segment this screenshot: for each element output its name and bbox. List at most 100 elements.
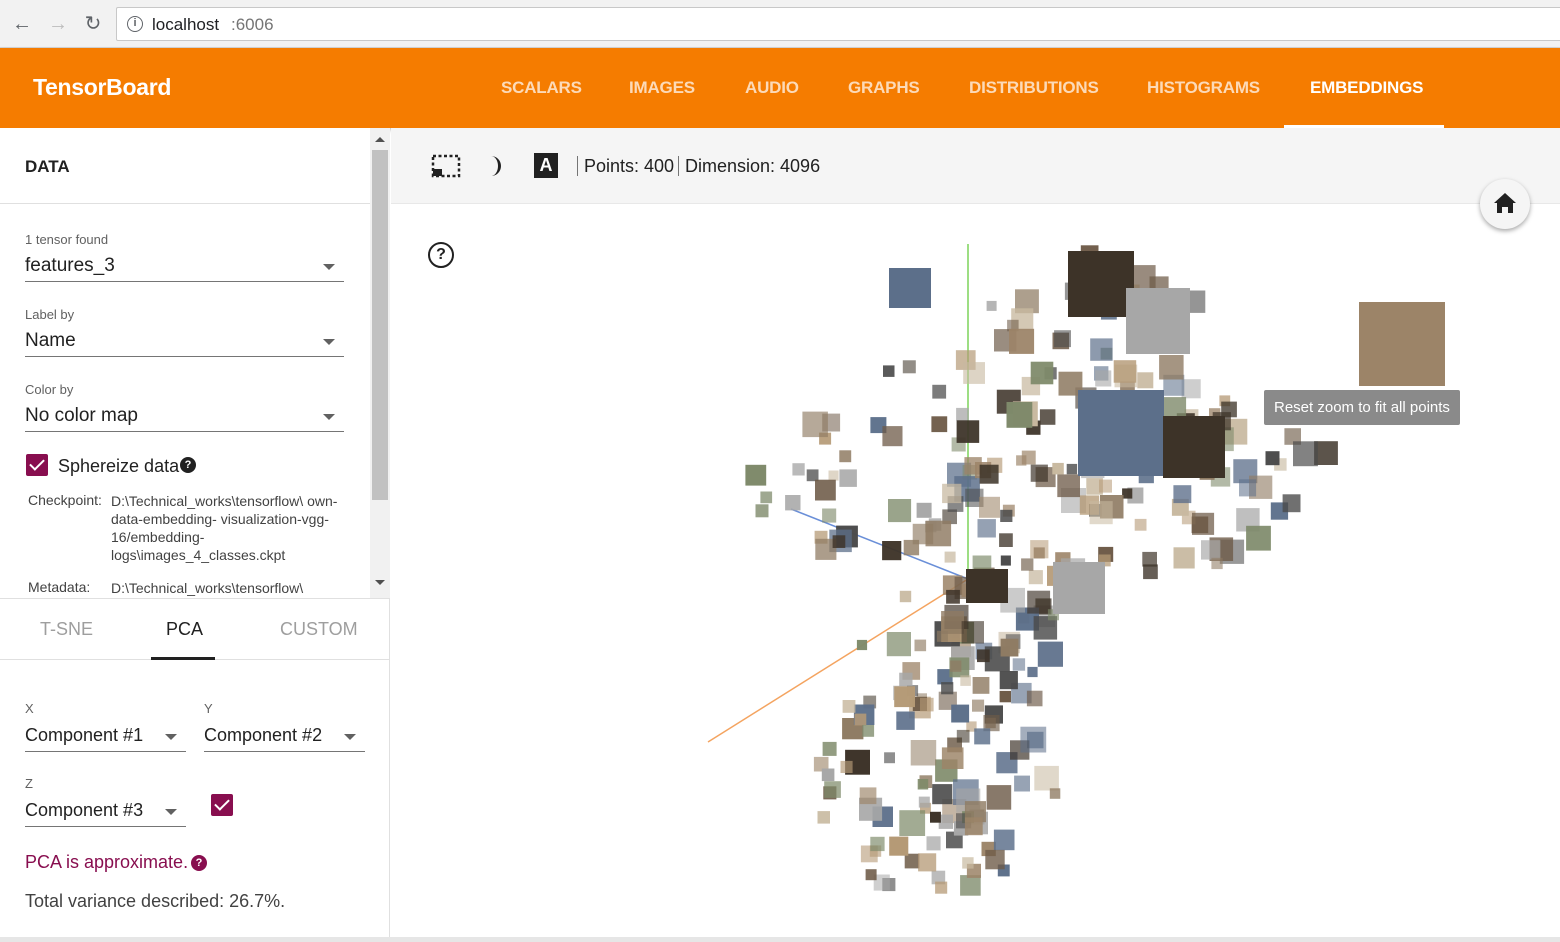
embedding-point-thumbnail[interactable]	[935, 881, 948, 894]
embedding-point-thumbnail[interactable]	[993, 829, 1015, 851]
embedding-point-thumbnail[interactable]	[1126, 288, 1190, 354]
embedding-point-thumbnail[interactable]	[918, 853, 937, 872]
embedding-point-thumbnail[interactable]	[882, 541, 902, 561]
embedding-point-thumbnail[interactable]	[961, 621, 984, 644]
embedding-point-thumbnail[interactable]	[986, 300, 997, 311]
embedding-point-thumbnail[interactable]	[916, 502, 932, 518]
embedding-point-thumbnail[interactable]	[917, 779, 929, 790]
embedding-point-thumbnail[interactable]	[1027, 666, 1038, 678]
embedding-point-thumbnail[interactable]	[899, 672, 913, 686]
embedding-point-thumbnail[interactable]	[1137, 372, 1154, 389]
tab-distributions[interactable]: DISTRIBUTIONS	[969, 78, 1099, 98]
scroll-up-icon[interactable]	[375, 137, 385, 142]
embedding-point-thumbnail[interactable]	[1142, 551, 1157, 567]
embedding-point-thumbnail[interactable]	[745, 464, 767, 486]
embedding-point-thumbnail[interactable]	[1099, 479, 1112, 493]
embedding-point-thumbnail[interactable]	[1039, 409, 1056, 425]
embedding-point-thumbnail[interactable]	[944, 551, 956, 563]
embedding-point-thumbnail[interactable]	[822, 508, 837, 523]
embedding-point-thumbnail[interactable]	[1020, 726, 1047, 753]
embedding-point-thumbnail[interactable]	[899, 590, 912, 603]
embedding-point-thumbnail[interactable]	[941, 747, 964, 769]
embedding-point-thumbnail[interactable]	[859, 787, 877, 805]
embedding-point-thumbnail[interactable]	[1173, 485, 1192, 504]
embedding-point-thumbnail[interactable]	[1054, 330, 1071, 348]
embedding-point-thumbnail[interactable]	[941, 682, 954, 695]
embedding-point-thumbnail[interactable]	[822, 741, 837, 756]
tab-embeddings[interactable]: EMBEDDINGS	[1310, 78, 1423, 98]
embedding-point-thumbnail[interactable]	[1246, 525, 1271, 551]
embedding-point-thumbnail[interactable]	[894, 686, 915, 708]
embedding-point-thumbnail[interactable]	[946, 589, 960, 604]
embedding-point-thumbnail[interactable]	[1163, 416, 1225, 478]
embedding-point-thumbnail[interactable]	[832, 535, 846, 548]
embedding-point-thumbnail[interactable]	[1000, 509, 1013, 522]
embedding-point-thumbnail[interactable]	[815, 479, 836, 501]
embedding-point-thumbnail[interactable]	[1000, 555, 1011, 566]
embedding-point-thumbnail[interactable]	[1134, 518, 1147, 531]
tab-tsne[interactable]: T-SNE	[40, 619, 93, 640]
embedding-point-thumbnail[interactable]	[1078, 390, 1164, 476]
embedding-point-thumbnail[interactable]	[828, 470, 839, 481]
embedding-point-thumbnail[interactable]	[1021, 558, 1034, 571]
embedding-point-thumbnail[interactable]	[962, 857, 974, 869]
embedding-point-thumbnail[interactable]	[972, 677, 990, 694]
embedding-point-thumbnail[interactable]	[839, 450, 852, 463]
embedding-point-thumbnail[interactable]	[974, 728, 991, 745]
tab-images[interactable]: IMAGES	[629, 78, 695, 98]
embedding-point-thumbnail[interactable]	[1052, 462, 1064, 475]
embedding-point-thumbnail[interactable]	[951, 704, 970, 723]
embedding-point-thumbnail[interactable]	[920, 697, 934, 712]
embedding-point-thumbnail[interactable]	[956, 729, 970, 743]
scroll-down-icon[interactable]	[375, 580, 385, 585]
embedding-point-thumbnail[interactable]	[979, 496, 1000, 518]
address-bar[interactable]: i localhost :6006	[116, 7, 1560, 41]
tab-pca[interactable]: PCA	[166, 619, 203, 640]
help-icon[interactable]: ?	[180, 457, 196, 473]
help-icon[interactable]: ?	[191, 855, 207, 871]
embedding-point-thumbnail[interactable]	[1173, 547, 1195, 569]
embedding-point-thumbnail[interactable]	[1027, 590, 1051, 614]
embedding-point-thumbnail[interactable]	[1028, 570, 1043, 585]
embedding-point-thumbnail[interactable]	[821, 768, 835, 782]
tab-scalars[interactable]: SCALARS	[501, 78, 582, 98]
embedding-point-thumbnail[interactable]	[1239, 479, 1257, 497]
embedding-point-thumbnail[interactable]	[1201, 540, 1221, 560]
scrollbar-thumb[interactable]	[372, 150, 388, 500]
embedding-point-thumbnail[interactable]	[963, 362, 985, 384]
embedding-point-thumbnail[interactable]	[854, 713, 867, 726]
embedding-point-thumbnail[interactable]	[1282, 494, 1301, 513]
embedding-point-thumbnail[interactable]	[941, 611, 964, 634]
embedding-point-thumbnail[interactable]	[931, 416, 948, 433]
embedding-point-thumbnail[interactable]	[999, 671, 1018, 690]
tab-audio[interactable]: AUDIO	[745, 78, 799, 98]
embedding-point-thumbnail[interactable]	[914, 639, 927, 652]
embedding-point-thumbnail[interactable]	[964, 817, 983, 836]
embedding-point-thumbnail[interactable]	[1014, 775, 1030, 792]
embedding-point-thumbnail[interactable]	[904, 853, 920, 869]
embedding-point-thumbnail[interactable]	[1012, 658, 1026, 671]
embedding-point-thumbnail[interactable]	[960, 675, 971, 686]
embedding-point-thumbnail[interactable]	[1049, 788, 1061, 799]
info-icon[interactable]: i	[127, 16, 143, 32]
embedding-point-thumbnail[interactable]	[824, 781, 841, 798]
embedding-point-thumbnail[interactable]	[760, 491, 773, 504]
embedding-point-thumbnail[interactable]	[1016, 455, 1027, 466]
embedding-point-thumbnail[interactable]	[999, 533, 1013, 547]
forward-icon[interactable]: →	[46, 12, 70, 36]
embedding-point-thumbnail[interactable]	[884, 752, 895, 764]
embedding-point-thumbnail[interactable]	[1265, 451, 1280, 466]
embedding-point-thumbnail[interactable]	[862, 725, 875, 737]
embedding-point-thumbnail[interactable]	[882, 426, 903, 447]
embedding-point-thumbnail[interactable]	[839, 469, 857, 487]
embedding-point-thumbnail[interactable]	[889, 836, 909, 856]
embedding-point-thumbnail[interactable]	[1068, 251, 1134, 317]
embedding-point-thumbnail[interactable]	[899, 810, 926, 836]
embedding-point-thumbnail[interactable]	[1095, 370, 1112, 387]
embedding-point-thumbnail[interactable]	[1113, 360, 1137, 383]
back-icon[interactable]: ←	[10, 12, 34, 36]
embedding-point-thumbnail[interactable]	[1211, 557, 1223, 570]
embedding-point-thumbnail[interactable]	[960, 875, 981, 896]
embedding-point-thumbnail[interactable]	[896, 711, 915, 730]
embedding-point-thumbnail[interactable]	[840, 760, 853, 773]
